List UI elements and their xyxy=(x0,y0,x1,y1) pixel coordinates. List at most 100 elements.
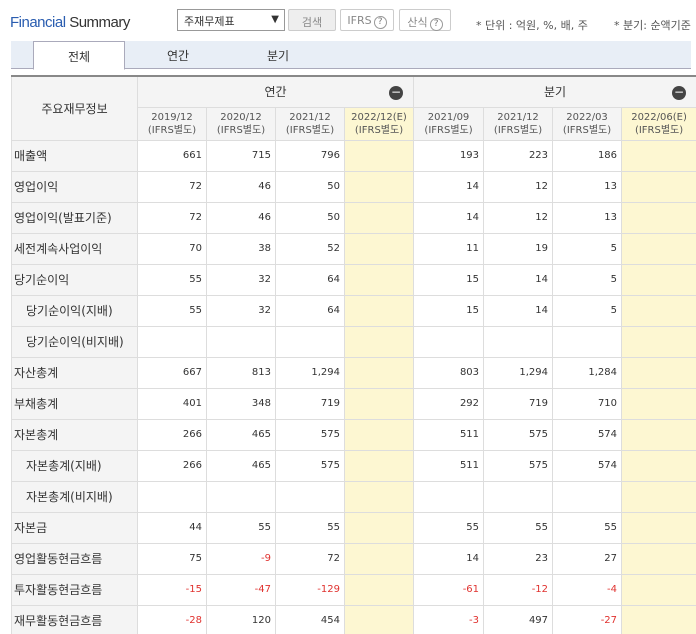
table-row: 영업활동현금흐름 75 -9 72 14 23 27 xyxy=(11,542,696,575)
table-cell: -129 xyxy=(275,573,345,606)
formula-help-button[interactable]: 산식? xyxy=(399,9,451,31)
period-header: 2022/06(E) (IFRS별도) xyxy=(621,106,696,141)
table-cell xyxy=(621,263,696,296)
table-cell xyxy=(483,325,554,358)
table-cell: 266 xyxy=(137,449,207,482)
period-header: 2020/12 (IFRS별도) xyxy=(206,106,276,141)
table-cell: 46 xyxy=(206,201,276,234)
annual-header: 연간 − xyxy=(136,75,415,108)
table-cell: 38 xyxy=(206,232,276,265)
row-label: 재무활동현금흐름 xyxy=(11,604,138,634)
table-row: 매출액 661 715 796 193 223 186 xyxy=(11,139,696,172)
table-cell: 14 xyxy=(483,263,554,296)
table-cell: 511 xyxy=(413,418,485,451)
table-cell: 803 xyxy=(413,356,485,389)
table-cell: 401 xyxy=(137,387,207,420)
table-cell: 120 xyxy=(206,604,276,634)
quarter-header: 분기 − xyxy=(413,75,696,108)
period-header: 2022/12(E) (IFRS별도) xyxy=(343,106,415,141)
table-row: 자본금 44 55 55 55 55 55 xyxy=(11,511,696,544)
period-header: 2019/12 (IFRS별도) xyxy=(137,106,207,141)
table-cell: 710 xyxy=(552,387,623,420)
table-cell: 661 xyxy=(137,139,207,172)
table-row: 자산총계 667 813 1,294 803 1,294 1,284 xyxy=(11,356,696,389)
collapse-quarter-icon[interactable]: − xyxy=(672,86,687,100)
row-label: 자본금 xyxy=(11,511,138,544)
table-cell xyxy=(206,480,276,513)
tab-all[interactable]: 전체 xyxy=(33,41,125,70)
table-cell xyxy=(343,387,415,420)
table-cell: 292 xyxy=(413,387,485,420)
table-cell: 465 xyxy=(206,449,276,482)
row-label: 자본총계(비지배) xyxy=(11,480,138,513)
statement-select[interactable]: 주재무제표 ▼ xyxy=(177,9,285,31)
table-cell: 1,294 xyxy=(275,356,345,389)
table-row: 당기순이익 55 32 64 15 14 5 xyxy=(11,263,696,296)
table-cell xyxy=(621,573,696,606)
table-row: 자본총계 266 465 575 511 575 574 xyxy=(11,418,696,451)
tab-bar: 전체 연간 분기 xyxy=(11,41,691,70)
period-header: 2022/03 (IFRS별도) xyxy=(552,106,623,141)
table-cell xyxy=(137,325,207,358)
table-cell: 55 xyxy=(552,511,623,544)
table-cell: 32 xyxy=(206,294,276,327)
table-cell: -28 xyxy=(137,604,207,634)
table-cell: 55 xyxy=(483,511,554,544)
table-cell: 55 xyxy=(206,511,276,544)
table-cell xyxy=(343,325,415,358)
tab-quarter[interactable]: 분기 xyxy=(233,41,323,69)
table-cell xyxy=(343,542,415,575)
table-cell: 497 xyxy=(483,604,554,634)
period-header: 2021/09 (IFRS별도) xyxy=(413,106,485,141)
tab-annual[interactable]: 연간 xyxy=(133,41,223,69)
table-row: 자본총계(비지배) xyxy=(11,480,696,513)
table-cell xyxy=(621,449,696,482)
table-cell: 52 xyxy=(275,232,345,265)
table-cell xyxy=(343,449,415,482)
table-row: 자본총계(지배) 266 465 575 511 575 574 xyxy=(11,449,696,482)
ifrs-help-button[interactable]: IFRS? xyxy=(340,9,394,31)
table-cell: 575 xyxy=(483,418,554,451)
row-label: 자본총계 xyxy=(11,418,138,451)
table-cell xyxy=(621,480,696,513)
question-icon: ? xyxy=(429,18,443,31)
chevron-down-icon: ▼ xyxy=(271,14,279,25)
table-cell xyxy=(343,232,415,265)
table-row: 당기순이익(지배) 55 32 64 15 14 5 xyxy=(11,294,696,327)
table-cell: 64 xyxy=(275,294,345,327)
table-cell: 27 xyxy=(552,542,623,575)
table-cell: 64 xyxy=(275,263,345,296)
table-cell: 19 xyxy=(483,232,554,265)
table-cell xyxy=(621,294,696,327)
table-cell: 465 xyxy=(206,418,276,451)
table-cell: 75 xyxy=(137,542,207,575)
table-cell: 5 xyxy=(552,232,623,265)
table-cell: 575 xyxy=(483,449,554,482)
row-label: 투자활동현금흐름 xyxy=(11,573,138,606)
table-cell: 13 xyxy=(552,170,623,203)
table-cell xyxy=(621,325,696,358)
row-label: 세전계속사업이익 xyxy=(11,232,138,265)
table-cell: 796 xyxy=(275,139,345,172)
table-cell xyxy=(275,480,345,513)
table-cell: 454 xyxy=(275,604,345,634)
collapse-annual-icon[interactable]: − xyxy=(389,86,404,100)
table-cell: 55 xyxy=(137,263,207,296)
table-cell: 11 xyxy=(413,232,485,265)
table-cell: 719 xyxy=(275,387,345,420)
table-cell xyxy=(621,356,696,389)
table-cell: 14 xyxy=(413,542,485,575)
table-cell: 32 xyxy=(206,263,276,296)
table-cell: 186 xyxy=(552,139,623,172)
table-cell xyxy=(343,511,415,544)
table-cell: 13 xyxy=(552,201,623,234)
search-button[interactable]: 검색 xyxy=(288,9,336,31)
table-cell xyxy=(137,480,207,513)
table-cell xyxy=(343,170,415,203)
table-cell: -61 xyxy=(413,573,485,606)
table-cell: 12 xyxy=(483,201,554,234)
table-cell: 575 xyxy=(275,449,345,482)
row-label: 당기순이익 xyxy=(11,263,138,296)
table-cell xyxy=(621,232,696,265)
row-label: 영업이익(발표기준) xyxy=(11,201,138,234)
